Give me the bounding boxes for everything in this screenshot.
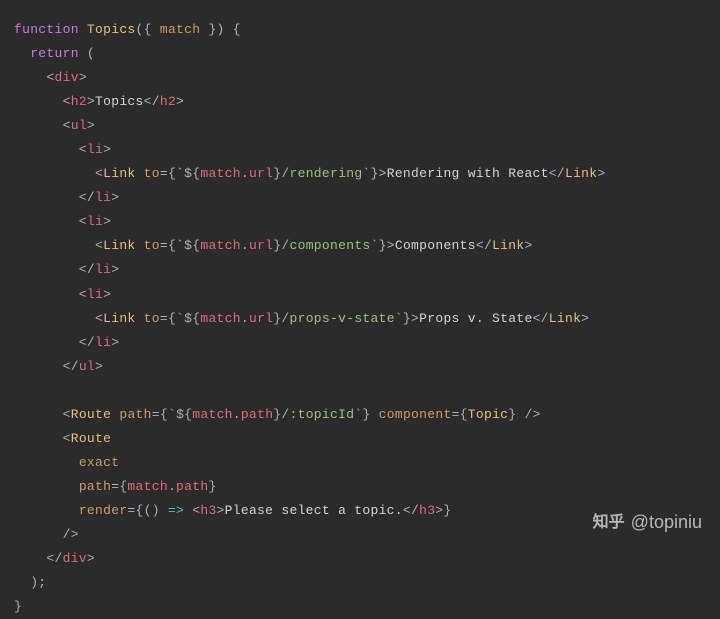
watermark: 知乎 @topiniu bbox=[593, 506, 702, 539]
keyword-return: return bbox=[30, 46, 79, 61]
watermark-text: @topiniu bbox=[631, 506, 702, 539]
function-name: Topics bbox=[87, 22, 136, 37]
keyword-function: function bbox=[14, 22, 79, 37]
zhihu-logo-icon: 知乎 bbox=[593, 508, 625, 538]
